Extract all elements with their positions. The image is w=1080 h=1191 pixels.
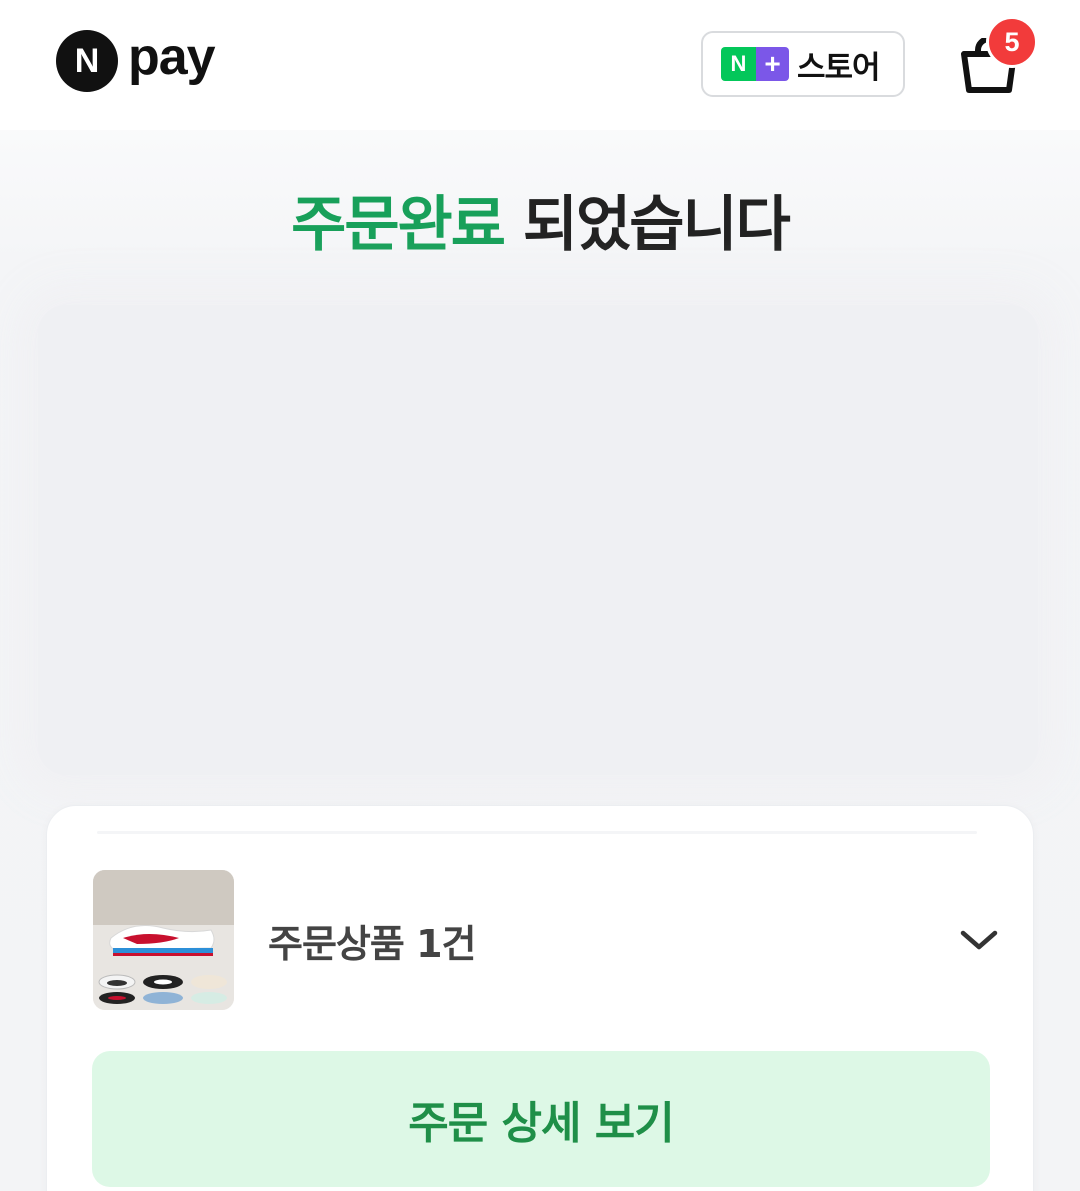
npay-logo-mark: N bbox=[56, 30, 118, 92]
nplus-badge-plus: + bbox=[756, 47, 789, 81]
order-product-row[interactable]: 주문상품 1건 bbox=[93, 870, 1001, 1010]
nplus-badge-n: N bbox=[721, 47, 756, 81]
page-title: 주문완료 되었습니다 bbox=[0, 176, 1080, 263]
app-header: N pay N + 스토어 5 bbox=[0, 0, 1080, 130]
order-card: 주문상품 1건 주문 상세 보기 bbox=[46, 805, 1034, 1191]
npay-logo[interactable]: N pay bbox=[56, 28, 216, 92]
title-accent: 주문완료 bbox=[291, 190, 506, 260]
order-detail-button[interactable]: 주문 상세 보기 bbox=[92, 1051, 990, 1187]
sneaker-image bbox=[93, 870, 234, 1010]
product-summary-label: 주문상품 1건 bbox=[268, 921, 476, 966]
store-label: 스토어 bbox=[797, 49, 881, 86]
nplus-badge: N + bbox=[721, 47, 789, 81]
title-rest: 되었습니다 bbox=[503, 190, 791, 260]
product-thumbnail bbox=[93, 870, 234, 1010]
chevron-down-icon[interactable] bbox=[957, 918, 1001, 962]
blurred-content-panel bbox=[38, 305, 1038, 775]
nplus-store-button[interactable]: N + 스토어 bbox=[701, 31, 905, 97]
card-divider bbox=[97, 831, 977, 834]
cart-count-badge: 5 bbox=[986, 16, 1038, 68]
npay-logo-text: pay bbox=[128, 28, 216, 86]
cart-button[interactable]: 5 bbox=[952, 16, 1042, 100]
